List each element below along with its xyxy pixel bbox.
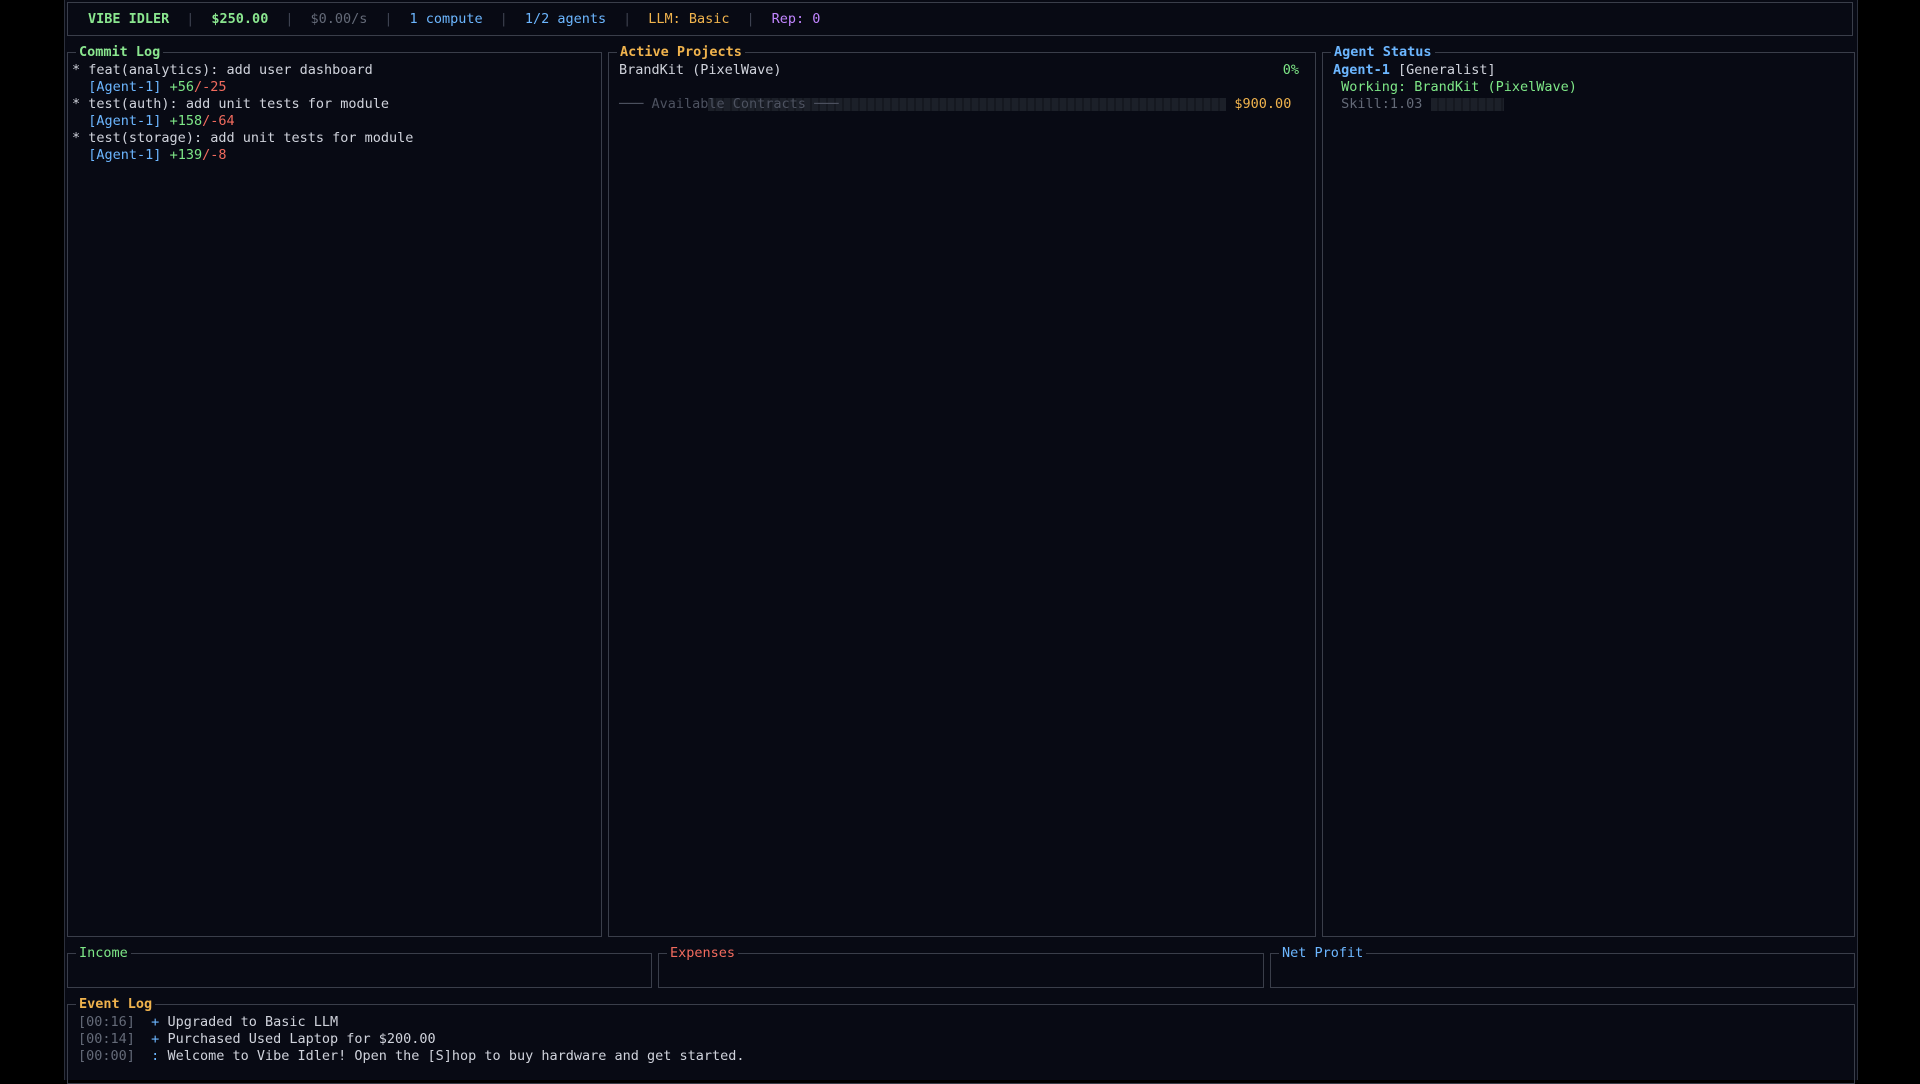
commit-bullet: *: [72, 96, 81, 112]
terminal-window: VIBE IDLER | $250.00 | $0.00/s | 1 compu…: [64, 0, 1858, 1084]
income-panel: Income: [67, 945, 652, 988]
event-entry: [00:14] + Purchased Used Laptop for $200…: [78, 1031, 1850, 1048]
event-time: [00:00]: [78, 1048, 135, 1064]
commit-lines-added: +158: [169, 113, 203, 129]
income-title: Income: [76, 945, 131, 962]
separator: |: [499, 10, 508, 27]
compute-count: 1 compute: [409, 10, 483, 27]
agent-name: Agent-1: [1333, 62, 1390, 78]
agent-skill: Skill:1.03: [1341, 96, 1423, 112]
event-log-title: Event Log: [76, 996, 156, 1013]
event-time: [00:14]: [78, 1031, 135, 1047]
event-text: Welcome to Vibe Idler! Open the [S]hop t…: [167, 1048, 745, 1064]
separator: |: [384, 10, 393, 27]
expenses-title: Expenses: [667, 945, 739, 962]
agent-count: 1/2 agents: [524, 10, 607, 27]
agent-status-panel: Agent Status Agent-1 [Generalist] Workin…: [1322, 44, 1855, 937]
separator: |: [746, 10, 755, 27]
money-display: $250.00: [211, 10, 269, 27]
net-profit-panel: Net Profit: [1270, 945, 1855, 988]
commit-lines-removed: /-64: [202, 113, 235, 129]
commit-bullet: *: [72, 130, 81, 146]
commit-agent: [Agent-1]: [88, 147, 162, 163]
event-time: [00:16]: [78, 1014, 135, 1030]
agent-skill-bar: [1430, 97, 1504, 111]
project-item[interactable]: BrandKit (PixelWave) 0% $900.00: [619, 62, 1299, 112]
net-profit-title: Net Profit: [1279, 945, 1367, 962]
active-projects-title: Active Projects: [617, 44, 745, 61]
commit-message: test(storage): add unit tests for module: [88, 130, 414, 146]
agent-entry[interactable]: Agent-1 [Generalist] Working: BrandKit (…: [1333, 62, 1850, 113]
project-percent: 0%: [1282, 62, 1299, 78]
event-text: Purchased Used Laptop for $200.00: [167, 1031, 436, 1047]
agent-role: [Generalist]: [1398, 62, 1496, 78]
commit-log-panel: Commit Log * feat(analytics): add user d…: [67, 44, 602, 937]
project-payout: $900.00: [1234, 96, 1292, 112]
event-marker: :: [151, 1048, 160, 1064]
commit-lines-added: +56: [169, 79, 194, 95]
separator: |: [623, 10, 632, 27]
app-title: VIBE IDLER: [88, 10, 170, 27]
expenses-panel: Expenses: [658, 945, 1264, 988]
commit-lines-removed: /-25: [193, 79, 227, 95]
event-marker: +: [151, 1031, 160, 1047]
commit-lines-added: +139: [169, 147, 203, 163]
status-bar: VIBE IDLER | $250.00 | $0.00/s | 1 compu…: [67, 2, 1853, 36]
event-list: [00:16] + Upgraded to Basic LLM [00:14] …: [78, 1014, 1850, 1079]
event-marker: +: [151, 1014, 160, 1030]
project-name: BrandKit (PixelWave): [619, 62, 782, 78]
commit-message: test(auth): add unit tests for module: [88, 96, 390, 112]
llm-tier: LLM: Basic: [648, 10, 730, 27]
event-entry: [00:00] : Welcome to Vibe Idler! Open th…: [78, 1048, 1850, 1065]
commit-entry: * test(storage): add unit tests for modu…: [72, 130, 597, 164]
commit-bullet: *: [72, 62, 81, 78]
project-list: BrandKit (PixelWave) 0% $900.00 ─── Avai…: [619, 62, 1299, 932]
commit-agent: [Agent-1]: [88, 79, 162, 95]
separator: |: [285, 10, 294, 27]
agent-working-status: Working: BrandKit (PixelWave): [1341, 79, 1577, 95]
reputation: Rep: 0: [771, 10, 821, 27]
event-text: Upgraded to Basic LLM: [167, 1014, 339, 1030]
commit-agent: [Agent-1]: [88, 113, 162, 129]
income-rate: $0.00/s: [310, 10, 368, 27]
event-log-panel: Event Log [00:16] + Upgraded to Basic LL…: [67, 996, 1855, 1084]
agent-list: Agent-1 [Generalist] Working: BrandKit (…: [1333, 62, 1850, 932]
commit-message: feat(analytics): add user dashboard: [88, 62, 373, 78]
active-projects-panel: Active Projects BrandKit (PixelWave) 0% …: [608, 44, 1316, 937]
event-entry: [00:16] + Upgraded to Basic LLM: [78, 1014, 1850, 1031]
commit-lines-removed: /-8: [202, 147, 227, 163]
commit-list: * feat(analytics): add user dashboard [A…: [72, 62, 597, 932]
commit-log-title: Commit Log: [76, 44, 164, 61]
agent-status-title: Agent Status: [1331, 44, 1435, 61]
commit-entry: * feat(analytics): add user dashboard [A…: [72, 62, 597, 96]
separator: |: [186, 10, 195, 27]
commit-entry: * test(auth): add unit tests for module …: [72, 96, 597, 130]
